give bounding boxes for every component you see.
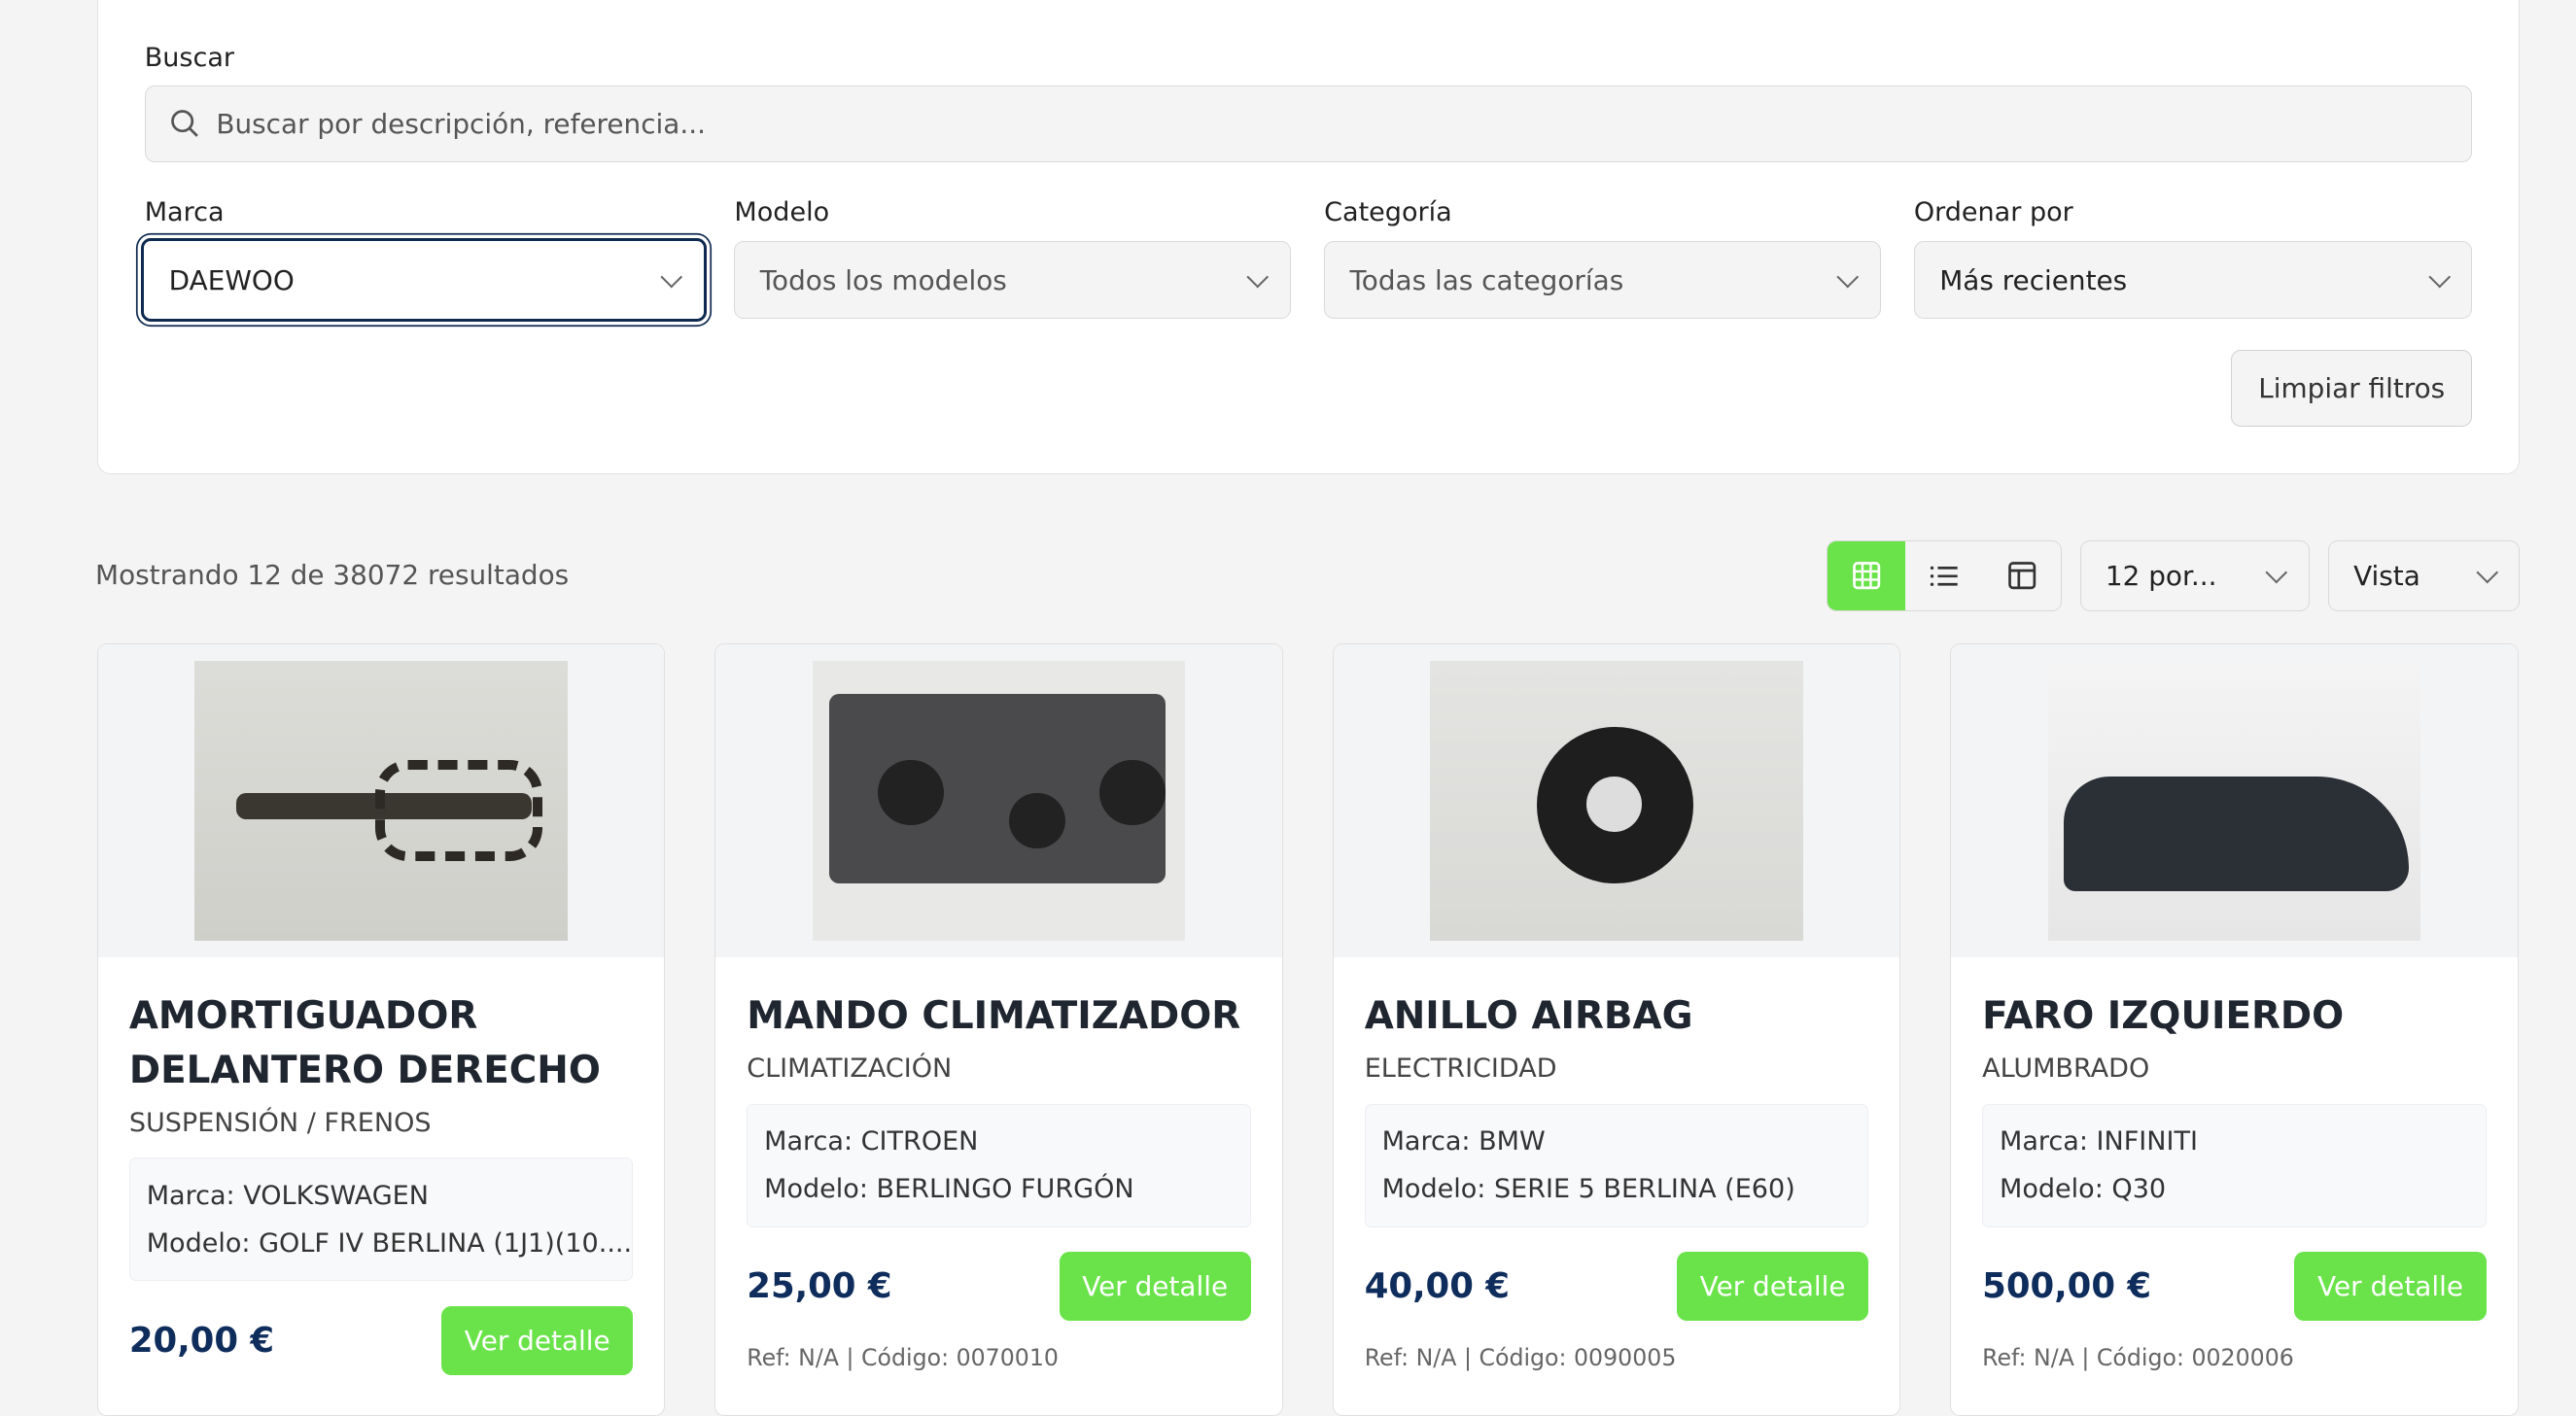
chevron-down-icon [2428, 265, 2451, 288]
product-image[interactable] [1430, 661, 1803, 941]
search-placeholder: Buscar por descripción, referencia... [216, 108, 706, 141]
product-category: CLIMATIZACIÓN [747, 1053, 953, 1085]
product-ref: Ref: N/A | Código: 0020006 [1982, 1343, 2294, 1371]
modelo-select[interactable]: Todos los modelos [734, 241, 1292, 319]
product-modelo: Modelo: Q30 [2000, 1174, 2167, 1205]
view-detail-button[interactable]: Ver detalle [1059, 1251, 1251, 1321]
marca-label: Marca [144, 196, 225, 227]
results-count: Mostrando 12 de 38072 resultados [95, 558, 570, 591]
search-input[interactable]: Buscar por descripción, referencia... [144, 85, 2473, 163]
chevron-down-icon [1836, 265, 1859, 288]
list-icon [1930, 566, 1958, 586]
grid-view-button[interactable] [1828, 541, 1906, 610]
product-category: ALUMBRADO [1982, 1053, 2150, 1085]
product-info: Marca: BMW Modelo: SERIE 5 BERLINA (E60) [1364, 1103, 1869, 1227]
product-price: 20,00 € [128, 1320, 275, 1361]
view-detail-button[interactable]: Ver detalle [441, 1305, 634, 1375]
product-info: Marca: INFINITI Modelo: Q30 [1982, 1103, 2487, 1227]
product-title[interactable]: FARO IZQUIERDO [1982, 989, 2487, 1044]
product-modelo: Modelo: BERLINGO FURGÓN [764, 1174, 1134, 1205]
product-card: FARO IZQUIERDO ALUMBRADO Marca: INFINITI… [1950, 643, 2519, 1416]
clear-filters-button[interactable]: Limpiar filtros [2231, 349, 2473, 428]
categoria-select[interactable]: Todas las categorías [1324, 241, 1882, 319]
product-marca: Marca: VOLKSWAGEN [146, 1180, 429, 1211]
chevron-down-icon [660, 265, 682, 288]
product-ref: Ref: N/A | Código: 0070010 [747, 1343, 1059, 1371]
per-page-select[interactable]: 12 por... [2079, 540, 2311, 611]
product-image[interactable] [2047, 661, 2421, 941]
modelo-label: Modelo [734, 196, 830, 227]
orden-value: Más recientes [1939, 263, 2128, 296]
product-card: ANILLO AIRBAG ELECTRICIDAD Marca: BMW Mod… [1332, 643, 1901, 1416]
marca-select[interactable]: DAEWOO [141, 238, 707, 323]
chevron-down-icon [1247, 265, 1270, 288]
categoria-label: Categoría [1324, 196, 1452, 227]
product-image[interactable] [812, 661, 1186, 941]
product-marca: Marca: CITROEN [764, 1126, 979, 1157]
product-info: Marca: VOLKSWAGEN Modelo: GOLF IV BERLINA… [128, 1157, 634, 1282]
chevron-down-icon [2266, 561, 2287, 583]
table-icon [2007, 562, 2036, 590]
product-price: 500,00 € [1982, 1265, 2152, 1306]
product-image-area [1333, 644, 1900, 957]
product-category: ELECTRICIDAD [1364, 1053, 1557, 1085]
product-price: 25,00 € [747, 1265, 892, 1306]
product-marca: Marca: INFINITI [2000, 1126, 2198, 1157]
view-select[interactable]: Vista [2327, 540, 2521, 611]
product-modelo: Modelo: SERIE 5 BERLINA (E60) [1381, 1174, 1795, 1205]
marca-value: DAEWOO [168, 263, 295, 296]
view-detail-button[interactable]: Ver detalle [1677, 1251, 1869, 1321]
view-toggle [1827, 540, 2062, 611]
product-image-area [97, 644, 665, 957]
categoria-value: Todas las categorías [1349, 263, 1624, 296]
product-price: 40,00 € [1364, 1265, 1510, 1306]
grid-icon [1853, 562, 1881, 590]
orden-label: Ordenar por [1913, 196, 2073, 227]
product-ref: Ref: N/A | Código: 0090005 [1364, 1343, 1677, 1371]
product-title[interactable]: ANILLO AIRBAG [1365, 989, 1869, 1044]
product-info: Marca: CITROEN Modelo: BERLINGO FURGÓN [747, 1103, 1251, 1227]
product-card: AMORTIGUADOR DELANTERO DERECHO SUSPENSIÓ… [96, 643, 666, 1416]
view-detail-button[interactable]: Ver detalle [2294, 1251, 2487, 1321]
search-label: Buscar [144, 42, 235, 73]
product-category: SUSPENSIÓN / FRENOS [128, 1108, 432, 1139]
per-page-value: 12 por... [2105, 559, 2217, 592]
modelo-value: Todos los modelos [759, 263, 1007, 296]
product-image-area [1951, 644, 2518, 957]
product-image[interactable] [194, 661, 568, 941]
product-modelo: Modelo: GOLF IV BERLINA (1J1)(10.... [146, 1227, 633, 1259]
table-view-button[interactable] [1983, 541, 2061, 610]
product-title[interactable]: MANDO CLIMATIZADOR [747, 989, 1251, 1044]
product-card: MANDO CLIMATIZADOR CLIMATIZACIÓN Marca: … [714, 643, 1283, 1416]
product-image-area [715, 644, 1282, 957]
product-title[interactable]: AMORTIGUADOR DELANTERO DERECHO [129, 989, 634, 1098]
view-value: Vista [2353, 559, 2420, 592]
chevron-down-icon [2476, 561, 2498, 583]
list-view-button[interactable] [1905, 541, 1983, 610]
search-icon [171, 110, 198, 138]
product-marca: Marca: BMW [1381, 1126, 1546, 1157]
orden-select[interactable]: Más recientes [1913, 241, 2473, 319]
